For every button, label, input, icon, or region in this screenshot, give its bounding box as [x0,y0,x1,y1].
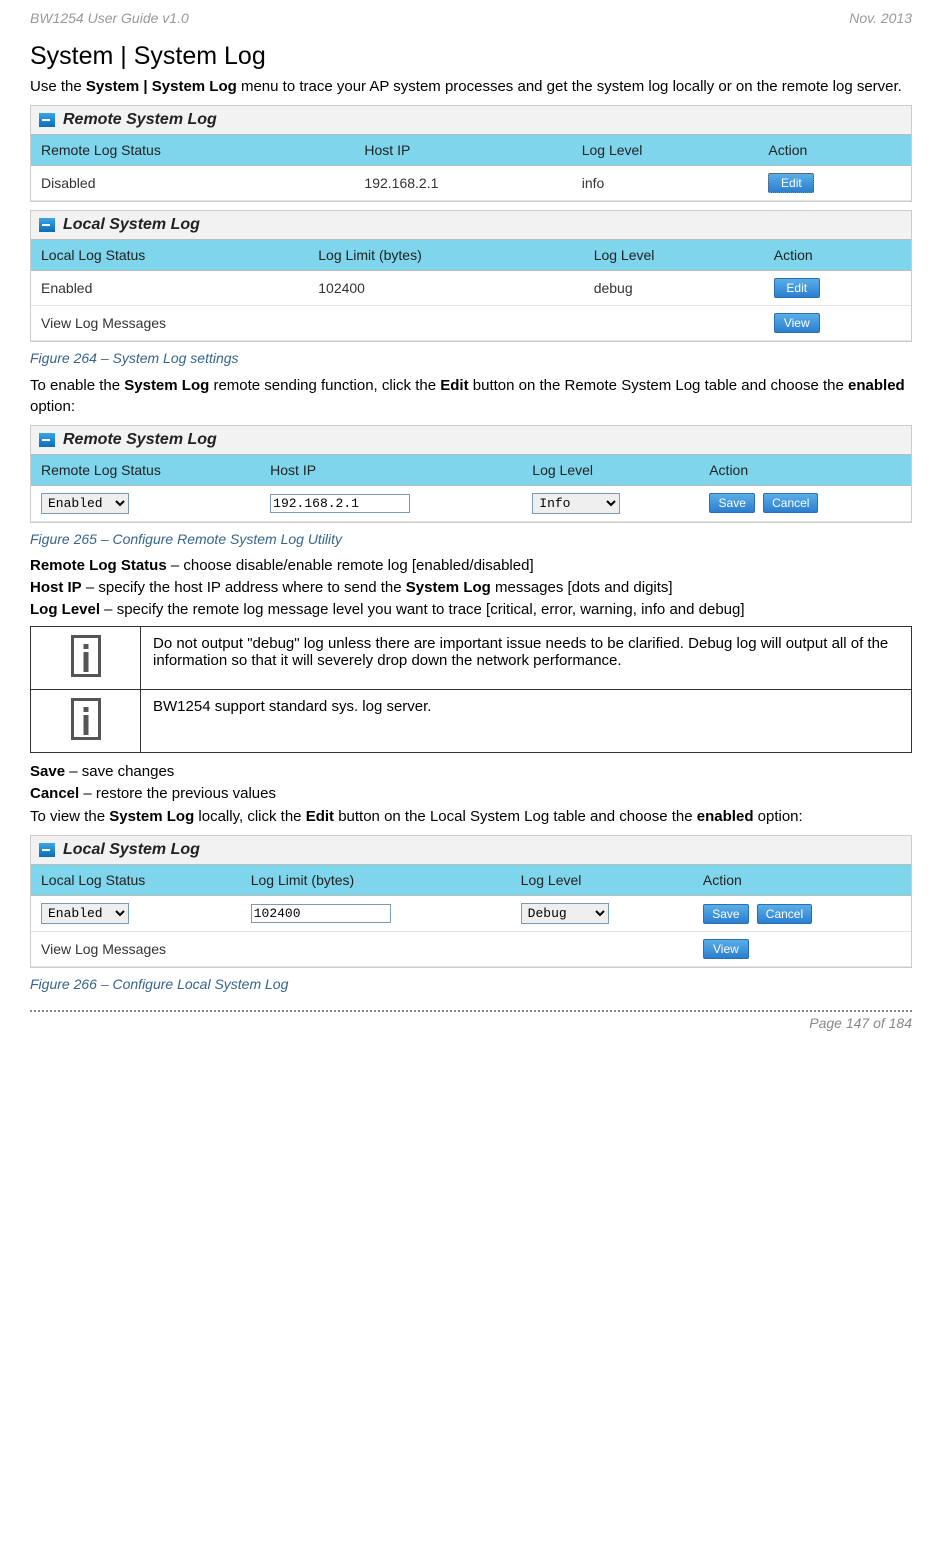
header-left: BW1254 User Guide v1.0 [30,10,189,26]
info-icon-cell [31,626,141,689]
info-row: BW1254 support standard sys. log server. [31,689,912,752]
cell-level: Info [522,485,699,521]
info-icon [71,698,101,740]
table-row: Disabled 192.168.2.1 info Edit [31,166,911,201]
loglimit-input[interactable] [251,904,391,923]
cell-level: Debug [511,896,693,932]
cell-action: View [764,306,911,341]
remote-log-edit-table: Remote Log Status Host IP Log Level Acti… [31,454,911,522]
cancel-button[interactable]: Cancel [763,493,818,513]
col-header: Log Limit (bytes) [241,865,511,896]
cell-viewlabel: View Log Messages [31,306,764,341]
cell-viewlabel: View Log Messages [31,932,693,967]
view-button[interactable]: View [774,313,820,333]
panel-title: Remote System Log [31,426,911,454]
view-local-paragraph: To view the System Log locally, click th… [30,807,912,827]
local-system-log-panel: Local System Log Local Log Status Log Li… [30,210,912,342]
cell-action: Save Cancel [693,896,911,932]
save-button[interactable]: Save [709,493,755,513]
col-header: Log Level [511,865,693,896]
cell-limit: 102400 [308,271,583,306]
col-header: Log Limit (bytes) [308,240,583,271]
header-right: Nov. 2013 [849,10,912,26]
col-header: Local Log Status [31,240,308,271]
info-row: Do not output "debug" log unless there a… [31,626,912,689]
collapse-icon[interactable] [39,113,55,127]
intro-paragraph: Use the System | System Log menu to trac… [30,77,912,97]
panel-title: Local System Log [31,836,911,864]
col-header: Action [693,865,911,896]
local-system-log-edit-panel: Local System Log Local Log Status Log Li… [30,835,912,968]
cell-level: debug [584,271,764,306]
table-row: Enabled Debug Save Cancel [31,896,911,932]
table-row: Enabled Info Save Cancel [31,485,911,521]
term-host-ip: Host IP – specify the host IP address wh… [30,579,912,596]
col-header: Action [764,240,911,271]
col-header: Log Level [584,240,764,271]
cell-hostip [260,485,522,521]
edit-button[interactable]: Edit [774,278,820,298]
info-text: Do not output "debug" log unless there a… [141,626,912,689]
info-icon-cell [31,689,141,752]
cell-status: Disabled [31,166,354,201]
col-header: Action [758,135,911,166]
page-header: BW1254 User Guide v1.0 Nov. 2013 [30,0,912,34]
status-select[interactable]: Enabled [41,493,129,514]
cell-action: Edit [764,271,911,306]
col-header: Action [699,454,911,485]
cell-status: Enabled [31,896,241,932]
page-number: Page 147 of 184 [809,1015,912,1031]
page-footer: Page 147 of 184 [30,1010,912,1031]
status-select[interactable]: Enabled [41,903,129,924]
col-header: Remote Log Status [31,454,260,485]
section-heading: System | System Log [30,42,912,71]
col-header: Local Log Status [31,865,241,896]
table-row: Enabled 102400 debug Edit [31,271,911,306]
local-log-table: Local Log Status Log Limit (bytes) Log L… [31,239,911,341]
cell-level: info [572,166,759,201]
cell-action: Edit [758,166,911,201]
cancel-button[interactable]: Cancel [757,904,812,924]
loglevel-select[interactable]: Debug [521,903,609,924]
edit-button[interactable]: Edit [768,173,814,193]
panel-title: Local System Log [31,211,911,239]
cell-action: View [693,932,911,967]
remote-log-table: Remote Log Status Host IP Log Level Acti… [31,134,911,201]
cell-hostip: 192.168.2.1 [354,166,571,201]
collapse-icon[interactable] [39,843,55,857]
term-cancel: Cancel – restore the previous values [30,785,912,802]
col-header: Host IP [354,135,571,166]
cell-limit [241,896,511,932]
view-button[interactable]: View [703,939,749,959]
info-text: BW1254 support standard sys. log server. [141,689,912,752]
cell-status: Enabled [31,485,260,521]
enable-remote-paragraph: To enable the System Log remote sending … [30,376,912,417]
save-button[interactable]: Save [703,904,749,924]
col-header: Log Level [572,135,759,166]
hostip-input[interactable] [270,494,410,513]
table-row: View Log Messages View [31,306,911,341]
col-header: Log Level [522,454,699,485]
loglevel-select[interactable]: Info [532,493,620,514]
cell-action: Save Cancel [699,485,911,521]
col-header: Host IP [260,454,522,485]
cell-status: Enabled [31,271,308,306]
collapse-icon[interactable] [39,218,55,232]
remote-system-log-edit-panel: Remote System Log Remote Log Status Host… [30,425,912,523]
table-row: View Log Messages View [31,932,911,967]
col-header: Remote Log Status [31,135,354,166]
term-save: Save – save changes [30,763,912,780]
info-icon [71,635,101,677]
term-log-level: Log Level – specify the remote log messa… [30,601,912,618]
info-table: Do not output "debug" log unless there a… [30,626,912,753]
collapse-icon[interactable] [39,433,55,447]
remote-system-log-panel: Remote System Log Remote Log Status Host… [30,105,912,202]
figure-caption-265: Figure 265 – Configure Remote System Log… [30,531,912,547]
panel-title: Remote System Log [31,106,911,134]
term-remote-log-status: Remote Log Status – choose disable/enabl… [30,557,912,574]
figure-caption-266: Figure 266 – Configure Local System Log [30,976,912,992]
figure-caption-264: Figure 264 – System Log settings [30,350,912,366]
local-log-edit-table: Local Log Status Log Limit (bytes) Log L… [31,864,911,967]
